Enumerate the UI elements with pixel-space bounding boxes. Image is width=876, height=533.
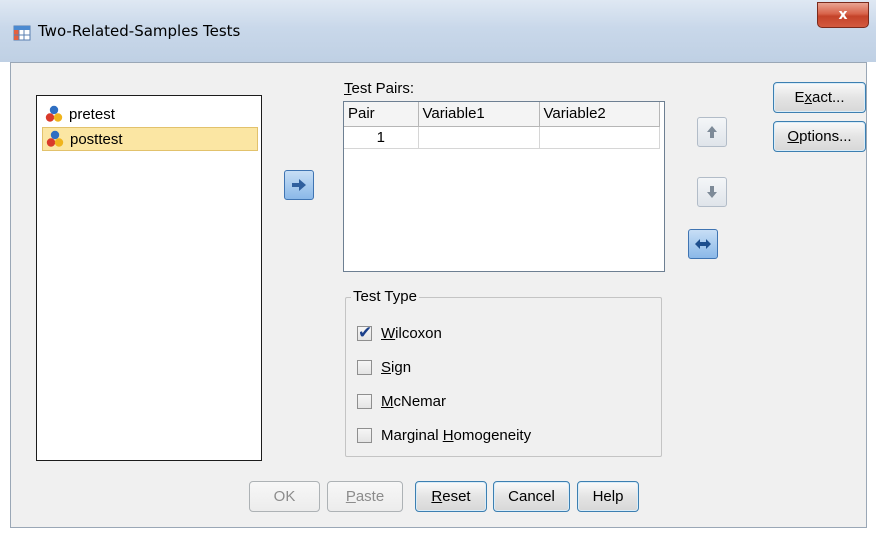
nominal-variable-icon <box>46 130 64 147</box>
checkbox-box[interactable]: ✔ <box>357 323 373 342</box>
wilcoxon-checkbox[interactable]: ✔ Wilcoxon <box>357 323 442 342</box>
list-item-posttest[interactable]: posttest <box>42 127 258 151</box>
exact-button[interactable]: Ex act... <box>773 82 866 113</box>
test-pairs-label: Test Pairs: <box>344 80 415 97</box>
close-button[interactable]: x <box>817 2 869 28</box>
checkbox-box[interactable] <box>357 360 372 375</box>
checkbox-box[interactable] <box>357 428 372 443</box>
swap-horizontal-icon <box>695 239 711 249</box>
test-type-title: Test Type <box>351 288 419 305</box>
checkbox-box[interactable] <box>357 394 372 409</box>
column-header-variable1: Variable1 <box>418 102 540 127</box>
arrow-right-icon <box>292 179 306 191</box>
arrow-down-icon <box>707 186 717 198</box>
variable-name: pretest <box>69 105 115 123</box>
list-item-pretest[interactable]: pretest <box>42 102 258 126</box>
swap-variables-button[interactable] <box>688 229 718 259</box>
move-up-button[interactable] <box>697 117 727 147</box>
table-row[interactable]: 1 <box>344 126 660 149</box>
marginal-homogeneity-checkbox[interactable]: Marginal Homogeneity <box>357 427 531 444</box>
pair-number-cell: 1 <box>344 126 419 149</box>
title-bar[interactable]: Two-Related-Samples Tests x <box>0 0 876 62</box>
column-header-pair: Pair <box>344 102 419 127</box>
sign-checkbox[interactable]: Sign <box>357 359 411 376</box>
paste-button[interactable]: Paste <box>327 481 403 512</box>
variable2-cell[interactable] <box>539 126 660 149</box>
cancel-button[interactable]: Cancel <box>493 481 570 512</box>
checkbox-label: McNemar <box>381 393 447 410</box>
checkbox-label: Sign <box>381 359 412 376</box>
grid-header-row: Pair Variable1 Variable2 <box>344 102 660 127</box>
help-button[interactable]: Help <box>577 481 639 512</box>
ok-button[interactable]: OK <box>249 481 320 512</box>
options-button[interactable]: Options... <box>773 121 866 152</box>
nominal-variable-icon <box>45 105 63 122</box>
variable-name: posttest <box>70 130 123 148</box>
close-icon: x <box>838 7 848 23</box>
checkbox-label: Wilcoxon <box>381 325 442 342</box>
window-title: Two-Related-Samples Tests <box>38 22 241 40</box>
test-pairs-grid[interactable]: Pair Variable1 Variable2 1 <box>343 101 665 272</box>
variable1-cell[interactable] <box>418 126 540 149</box>
column-header-variable2: Variable2 <box>539 102 660 127</box>
source-variable-list[interactable]: pretest posttest <box>36 95 262 461</box>
checkbox-label: Marginal Homogeneity <box>381 427 532 444</box>
checkmark-icon: ✔ <box>358 323 373 342</box>
dialog-window: Two-Related-Samples Tests x pretest post… <box>0 0 876 533</box>
reset-button[interactable]: Reset <box>415 481 487 512</box>
move-to-pairs-button[interactable] <box>284 170 314 200</box>
arrow-up-icon <box>707 126 717 138</box>
move-down-button[interactable] <box>697 177 727 207</box>
mcnemar-checkbox[interactable]: McNemar <box>357 393 446 410</box>
dialog-table-icon <box>13 25 31 41</box>
